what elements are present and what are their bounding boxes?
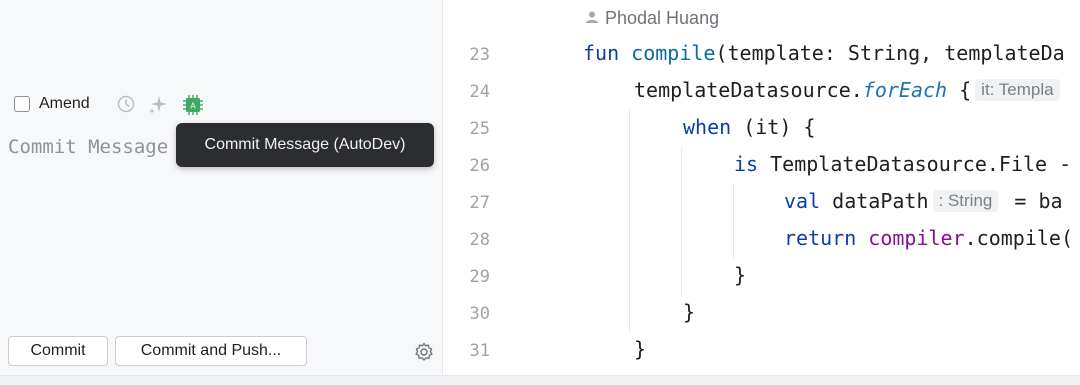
code-line: 23 fun compile(template: String, templat… xyxy=(443,37,1080,74)
amend-row[interactable]: Amend xyxy=(14,92,90,116)
amend-label: Amend xyxy=(39,95,90,112)
code-line: 29 } xyxy=(443,259,1080,296)
code-line: 26 is TemplateDatasource.File - xyxy=(443,148,1080,185)
line-number: 29 xyxy=(469,267,490,287)
autodev-chip-icon[interactable]: A xyxy=(181,93,205,117)
line-number: 23 xyxy=(469,45,490,65)
code-line: 28 return compiler.compile( xyxy=(443,222,1080,259)
code-editor[interactable]: Phodal Huang 23 fun compile(template: St… xyxy=(443,0,1080,375)
person-icon xyxy=(585,8,599,29)
commit-and-push-button[interactable]: Commit and Push... xyxy=(115,336,307,366)
svg-text:A: A xyxy=(190,102,196,111)
line-number: 25 xyxy=(469,119,490,139)
code-line: 30 } xyxy=(443,296,1080,333)
author-name: Phodal Huang xyxy=(605,8,720,28)
type-hint: : String xyxy=(932,190,999,212)
line-number: 28 xyxy=(469,230,490,250)
code-line: 27 val dataPath: String = ba xyxy=(443,185,1080,222)
code-text: templateDatasource.forEach {it: Templa xyxy=(634,78,1064,102)
code-line: 25 when (it) { xyxy=(443,111,1080,148)
commit-panel: Amend A Commit Message Commit Commit and… xyxy=(0,0,442,375)
code-line: 24 templateDatasource.forEach {it: Templ… xyxy=(443,74,1080,111)
commit-message-input[interactable]: Commit Message xyxy=(8,136,178,158)
line-number: 27 xyxy=(469,193,490,213)
code-text: return compiler.compile( xyxy=(784,226,1073,250)
history-icon[interactable] xyxy=(116,94,136,114)
autodev-tooltip: Commit Message (AutoDev) xyxy=(176,123,434,167)
code-text: fun compile(template: String, templateDa xyxy=(583,41,1065,65)
code-text: } xyxy=(734,263,747,287)
line-number: 26 xyxy=(469,156,490,176)
line-number: 24 xyxy=(469,82,490,102)
code-text: when (it) { xyxy=(683,115,816,139)
code-line: 31 } xyxy=(443,333,1080,370)
line-number: 31 xyxy=(469,341,490,361)
code-text: val dataPath: String = ba xyxy=(784,189,1063,213)
gear-icon[interactable] xyxy=(414,342,434,362)
amend-checkbox[interactable] xyxy=(14,96,30,112)
ai-sparkle-icon[interactable] xyxy=(148,94,168,114)
author-annotation: Phodal Huang xyxy=(585,8,719,29)
commit-button[interactable]: Commit xyxy=(8,336,108,366)
code-text: } xyxy=(683,300,696,324)
code-text: is TemplateDatasource.File - xyxy=(734,152,1072,176)
line-number: 30 xyxy=(469,304,490,324)
code-text: } xyxy=(634,337,647,361)
type-hint: it: Templa xyxy=(975,79,1060,101)
